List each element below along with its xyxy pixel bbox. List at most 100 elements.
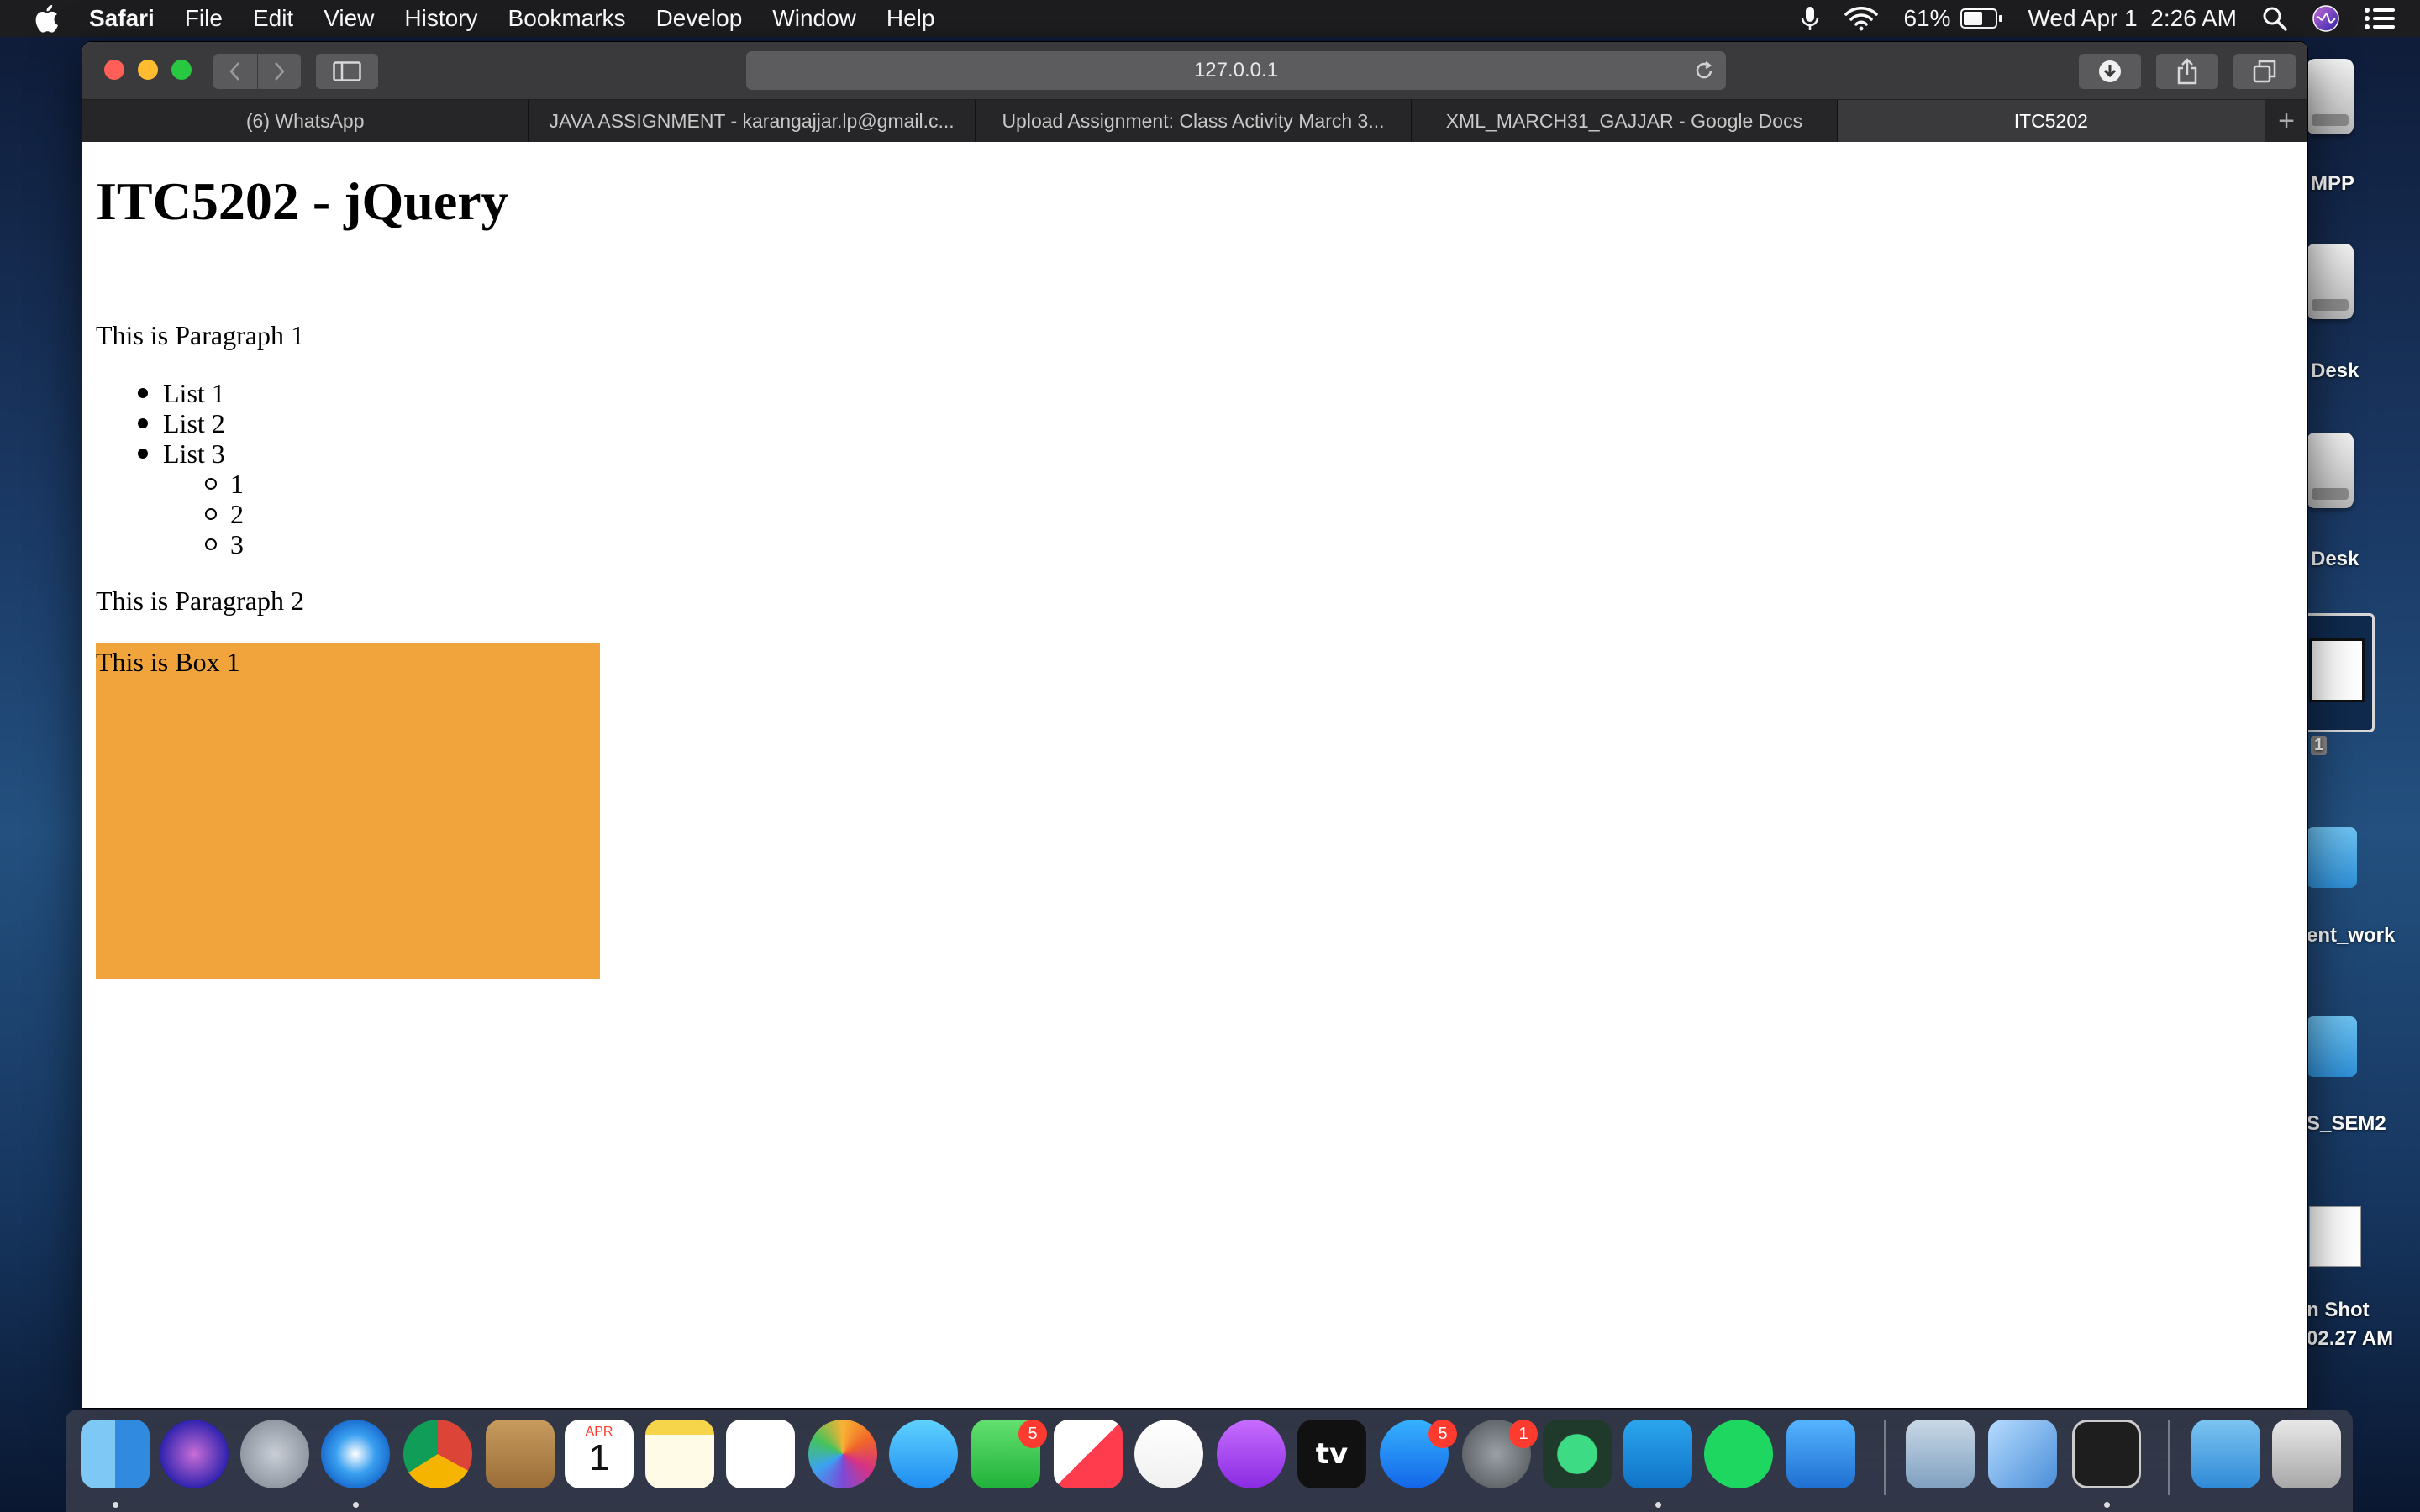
menu-develop[interactable]: Develop [656,5,743,32]
reminders-icon[interactable] [726,1420,795,1488]
music-icon[interactable] [1134,1420,1203,1488]
mail-icon[interactable] [1906,1420,1975,1488]
bullet-icon [138,449,148,459]
chrome-icon[interactable] [403,1420,472,1488]
new-tab-button[interactable]: + [2265,100,2307,142]
nested-list: 1 2 3 [205,469,244,559]
reload-icon[interactable] [1692,59,1716,82]
box-1: This is Box 1 [96,643,600,979]
menu-help[interactable]: Help [886,5,935,32]
notification-center-icon[interactable] [2365,7,2395,30]
tab-google-docs[interactable]: XML_MARCH31_GAJJAR - Google Docs [1412,100,1838,142]
navigation-buttons [213,54,301,89]
terminal-icon[interactable] [2072,1420,2141,1488]
share-icon [2177,58,2197,85]
close-window-button[interactable] [104,60,124,80]
finder-icon[interactable] [81,1420,150,1488]
notification-badge: 5 [1428,1420,1457,1448]
fullscreen-window-button[interactable] [171,60,192,80]
dock-separator [2168,1420,2170,1495]
desktop-label: n Shot [2307,1299,2370,1321]
xcode-icon[interactable] [1786,1420,1855,1488]
list-item-text: 2 [230,499,244,529]
desktop-drive-icon[interactable] [2307,59,2354,134]
apple-menu-icon[interactable] [34,4,59,33]
messages-icon[interactable] [889,1420,958,1488]
share-button[interactable] [2156,54,2218,89]
list-item: List 3 [138,438,225,469]
notes-icon[interactable] [645,1420,714,1488]
desktop-screenshot-file-icon[interactable] [2309,1206,2361,1267]
circle-bullet-icon [205,508,217,520]
calendar-icon[interactable]: APR 1 [565,1420,634,1488]
bullet-icon [138,388,148,398]
trash-icon[interactable] [2272,1420,2341,1488]
spotify-icon[interactable] [1704,1420,1773,1488]
microphone-icon[interactable] [1801,5,1819,32]
list-item-text: 3 [230,529,244,559]
list-item: 2 [205,499,244,529]
menu-bookmarks[interactable]: Bookmarks [508,5,626,32]
virtualbox-icon[interactable] [1988,1420,2057,1488]
desktop-label: 1 [2311,736,2328,755]
browser-toolbar: 127.0.0.1 [82,42,2307,100]
menu-view[interactable]: View [324,5,374,32]
list-item-text: List 3 [163,438,225,469]
list-item-text: 1 [230,469,244,499]
dock-separator [1884,1420,1886,1495]
desktop-folder-icon[interactable] [2307,1016,2357,1077]
status-area: 61% Wed Apr 1 2:26 AM [1776,0,2395,37]
forward-button[interactable] [256,54,302,89]
menu-window[interactable]: Window [772,5,856,32]
running-indicator [113,1502,118,1508]
notification-badge: 1 [1509,1420,1538,1448]
vscode-icon[interactable] [1623,1420,1692,1488]
back-button[interactable] [213,54,257,89]
sidebar-toggle-button[interactable] [316,54,378,89]
podcasts-icon[interactable] [1217,1420,1286,1488]
photos-icon[interactable] [808,1420,877,1488]
downloads-button[interactable] [2079,54,2141,89]
address-text: 127.0.0.1 [1193,59,1279,81]
address-bar[interactable]: 127.0.0.1 [746,51,1726,90]
apple-tv-icon[interactable]: tv [1297,1420,1366,1488]
contacts-icon[interactable] [486,1420,555,1488]
desktop-screenshot-preview [2309,638,2365,702]
circle-bullet-icon [205,538,217,550]
menu-history[interactable]: History [404,5,477,32]
battery-indicator[interactable]: 61% [1903,5,2003,32]
battery-icon [1960,8,1998,29]
running-indicator [353,1502,359,1508]
tab-java-assignment[interactable]: JAVA ASSIGNMENT - karangajjar.lp@gmail.c… [529,100,976,142]
tab-bar: (6) WhatsApp JAVA ASSIGNMENT - karangajj… [82,100,2307,142]
menubar-clock[interactable]: Wed Apr 1 2:26 AM [2028,5,2237,32]
tab-upload-assignment[interactable]: Upload Assignment: Class Activity March … [976,100,1413,142]
safari-icon[interactable] [321,1420,390,1488]
desktop-folder-icon[interactable] [2307,827,2357,888]
android-studio-icon[interactable] [1543,1420,1612,1488]
spotlight-search-icon[interactable] [2262,6,2287,31]
notification-badge: 5 [1018,1420,1047,1448]
news-icon[interactable] [1054,1420,1123,1488]
minimize-window-button[interactable] [138,60,158,80]
chevron-left-icon [229,62,239,81]
siri-icon[interactable] [160,1420,229,1488]
menu-edit[interactable]: Edit [253,5,293,32]
page-title: ITC5202 - jQuery [96,171,508,231]
downloads-folder-icon[interactable] [2191,1420,2260,1488]
menu-file[interactable]: File [185,5,223,32]
show-all-tabs-button[interactable] [2233,54,2296,89]
desktop-label: S_SEM2 [2307,1112,2386,1135]
menu-app-name[interactable]: Safari [89,5,155,32]
tab-itc5202[interactable]: ITC5202 [1837,100,2266,142]
wifi-icon[interactable] [1844,6,1879,31]
bullet-icon [138,418,148,428]
battery-percent: 61% [1903,5,1951,31]
desktop-drive-icon[interactable] [2307,244,2354,319]
bullet-list: List 1 List 2 List 3 [138,378,225,469]
launchpad-icon[interactable] [240,1420,309,1488]
desktop-label: 02.27 AM [2307,1327,2394,1350]
tab-whatsapp[interactable]: (6) WhatsApp [82,100,529,142]
desktop-drive-icon[interactable] [2307,433,2354,508]
siri-icon[interactable] [2312,5,2339,32]
